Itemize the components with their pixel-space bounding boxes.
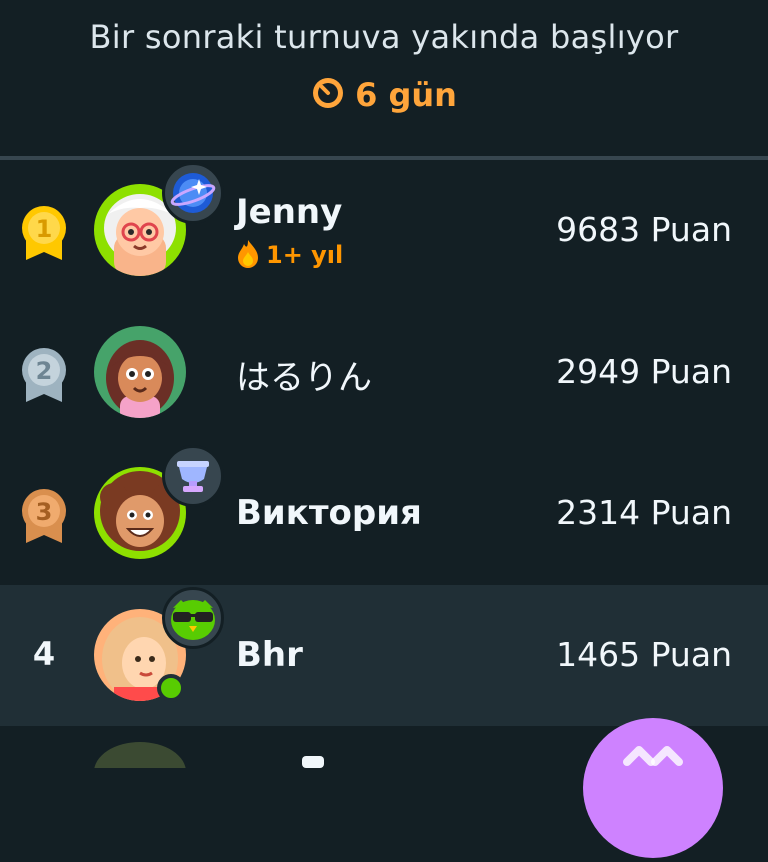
leaderboard-row[interactable]: 3 Виктория 2314 Puan [0,443,768,584]
header-title: Bir sonraki turnuva yakında başlıyor [89,18,679,56]
tournament-header: Bir sonraki turnuva yakında başlıyor 6 g… [0,0,768,157]
leaderboard-row[interactable]: 2 はるりん 2949 Puan [0,302,768,443]
player-name: はるりん [236,358,372,398]
countdown: 6 gün [0,76,768,118]
chevrons-icon [623,746,683,766]
points: 2949 Puan [556,352,732,391]
points: 9683 Puan [556,210,732,249]
player-name: Jenny [236,192,343,232]
points: 1465 Puan [556,635,732,674]
svg-text:2: 2 [36,357,53,385]
flame-icon [238,240,258,268]
leaderboard-row[interactable]: 1 Jenny 1+ yıl 9683 Puan [0,160,768,301]
leaderboard-row-current-user[interactable]: 4 Bhr 1465 Puan [0,585,768,726]
floating-action-button[interactable] [583,718,723,858]
rank-number: 4 [32,635,56,673]
streak: 1+ yıl [236,238,343,269]
gold-medal-icon: 1 [18,204,70,260]
silver-medal-icon: 2 [18,346,70,402]
avatar [94,326,186,418]
planet-badge-icon [162,162,224,224]
sunglasses-owl-badge-icon [162,587,224,649]
svg-text:3: 3 [36,498,53,526]
player-name: Виктория [236,493,422,533]
svg-text:1: 1 [36,215,53,243]
bronze-medal-icon: 3 [18,487,70,543]
online-status-dot [157,674,185,702]
points: 2314 Puan [556,493,732,532]
countdown-text: 6 gün [355,76,457,114]
streak-text: 1+ yıl [266,241,344,269]
trophy-badge-icon [162,445,224,507]
player-name: Bhr [236,635,303,675]
timer-icon [311,76,345,118]
